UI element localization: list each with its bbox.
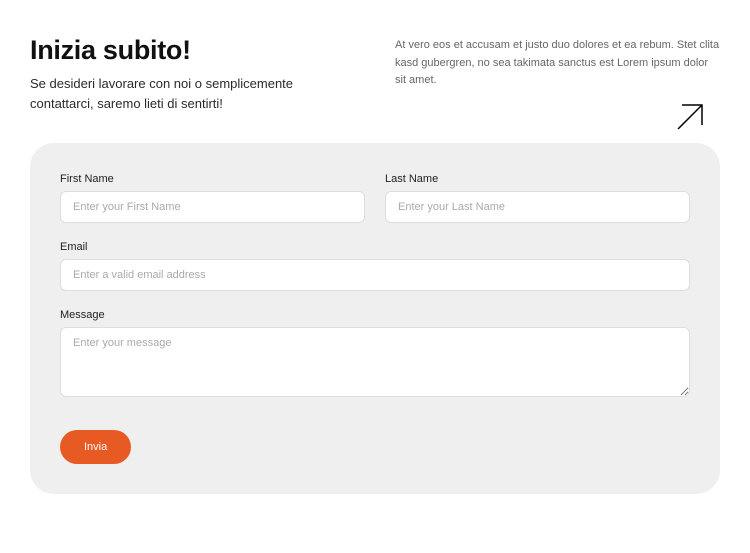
header-left: Inizia subito! Se desideri lavorare con … — [30, 35, 355, 113]
email-input[interactable] — [60, 259, 690, 291]
header-right: At vero eos et accusam et justo duo dolo… — [395, 35, 720, 113]
message-group: Message — [60, 309, 690, 402]
last-name-group: Last Name — [385, 173, 690, 223]
contact-form-card: First Name Last Name Email Message Invia — [30, 143, 720, 494]
first-name-label: First Name — [60, 173, 365, 185]
page-title: Inizia subito! — [30, 35, 355, 66]
last-name-input[interactable] — [385, 191, 690, 223]
message-label: Message — [60, 309, 690, 321]
email-group: Email — [60, 241, 690, 291]
form-row-name: First Name Last Name — [60, 173, 690, 223]
arrow-up-right-icon — [670, 97, 710, 142]
email-label: Email — [60, 241, 690, 253]
last-name-label: Last Name — [385, 173, 690, 185]
form-row-email: Email — [60, 241, 690, 291]
page-subtitle: Se desideri lavorare con noi o semplicem… — [30, 74, 330, 113]
submit-button[interactable]: Invia — [60, 430, 131, 464]
first-name-input[interactable] — [60, 191, 365, 223]
first-name-group: First Name — [60, 173, 365, 223]
form-row-message: Message — [60, 309, 690, 402]
header-section: Inizia subito! Se desideri lavorare con … — [30, 35, 720, 113]
header-description: At vero eos et accusam et justo duo dolo… — [395, 35, 720, 90]
message-input[interactable] — [60, 327, 690, 397]
